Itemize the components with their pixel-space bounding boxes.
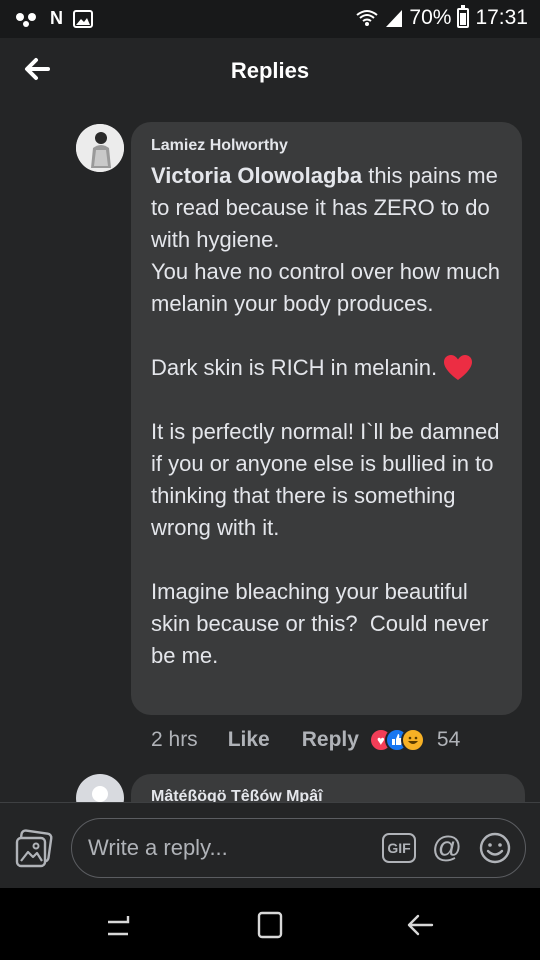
comment-text-part1: this pains me to read because it has ZER… [151,163,500,380]
comment-author[interactable]: Mâtéßögö Têßów Mpâî [151,788,505,802]
reply-button[interactable]: Reply [302,728,359,752]
gif-button[interactable]: GIF [382,833,416,863]
battery-percent: 70% [409,6,452,29]
clock: 17:31 [475,6,528,29]
comment-bubble[interactable]: Mâtéßögö Têßów Mpâî [131,774,525,802]
comment-bubble[interactable]: Lamiez Holworthy Victoria Olowolagba thi… [131,122,522,715]
reactions-summary[interactable]: ♥ [368,726,429,754]
mention-button[interactable]: @ [430,831,464,865]
reaction-count[interactable]: 54 [437,728,460,752]
reply-input[interactable] [88,829,368,867]
like-button[interactable]: Like [228,728,270,752]
status-indicators: 70% 17:31 [355,5,528,30]
emoji-icon[interactable] [478,831,512,865]
voicemail-icon [16,12,36,27]
gallery-icon [73,9,93,28]
reply-composer: GIF @ [0,802,540,888]
comment-text: Victoria Olowolagba this pains me to rea… [151,160,502,672]
photo-icon[interactable] [14,829,54,869]
notification-icons: N [14,8,93,29]
red-heart-icon [444,355,473,380]
comment-actions: 2 hrs Like Reply ♥ 54 [151,724,511,756]
signal-icon [386,10,403,27]
haha-reaction-icon [400,728,425,752]
avatar[interactable] [76,124,124,172]
back-icon[interactable] [400,908,440,942]
mention[interactable]: Victoria Olowolagba [151,163,362,188]
page-title: Replies [230,58,310,83]
reply-field[interactable]: GIF @ [71,818,526,878]
comment-author[interactable]: Lamiez Holworthy [151,136,502,156]
status-bar: N 70% 17:31 [0,0,540,38]
comment-time: 2 hrs [151,728,198,751]
wifi-icon [356,10,379,26]
home-icon[interactable] [250,908,290,942]
system-nav-bar [0,888,540,960]
recent-apps-icon[interactable] [100,908,140,942]
replies-list[interactable]: Lamiez Holworthy Victoria Olowolagba thi… [0,106,540,802]
battery-icon [457,5,470,28]
header: Replies [0,38,540,106]
netflix-icon: N [50,8,63,28]
avatar[interactable] [76,774,124,802]
avatar-photo-icon [76,124,124,172]
comment-text-part2: It is perfectly normal! I`ll be damned i… [151,419,500,668]
